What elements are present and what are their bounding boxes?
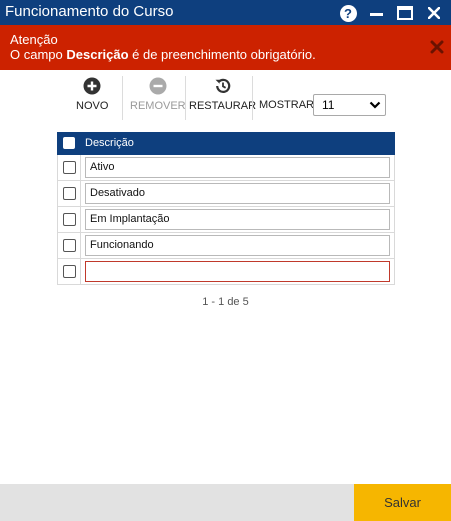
row-checkbox[interactable] (63, 187, 76, 200)
row-checkbox[interactable] (63, 239, 76, 252)
validation-alert: Atenção O campo Descrição é de preenchim… (0, 25, 451, 70)
row-checkbox[interactable] (63, 213, 76, 226)
descricao-input[interactable]: Ativo (85, 157, 390, 178)
column-header-descricao: Descrição (85, 137, 134, 149)
descricao-input-empty[interactable] (85, 261, 390, 282)
minimize-icon[interactable] (366, 3, 386, 23)
history-icon (215, 78, 230, 93)
row-checkbox[interactable] (63, 161, 76, 174)
toolbar-divider (185, 76, 186, 120)
maximize-icon[interactable] (395, 3, 415, 23)
help-icon[interactable]: ? (338, 3, 358, 23)
help-glyph: ? (339, 4, 357, 22)
window-titlebar: Funcionamento do Curso ? (0, 0, 451, 25)
table-header: Descrição (57, 132, 395, 155)
alert-title: Atenção (10, 32, 58, 47)
remover-button[interactable]: REMOVER (130, 77, 186, 112)
cell-divider (80, 207, 81, 232)
pagination-info: 1 - 1 de 5 (202, 296, 249, 308)
cell-divider (80, 233, 81, 258)
cell-divider (80, 181, 81, 206)
toolbar-divider (122, 76, 123, 120)
alert-close-icon[interactable] (430, 37, 448, 57)
restaurar-label: RESTAURAR (189, 100, 257, 112)
cell-divider (80, 155, 81, 180)
cell-divider (80, 259, 81, 284)
table-row: Desativado (57, 181, 395, 207)
novo-button[interactable]: NOVO (76, 77, 108, 112)
table-row: Em Implantação (57, 207, 395, 233)
descricao-input[interactable]: Em Implantação (85, 209, 390, 230)
save-button[interactable]: Salvar (354, 484, 451, 521)
descricao-input[interactable]: Funcionando (85, 235, 390, 256)
alert-message-prefix: O campo (10, 47, 67, 62)
alert-message-field: Descrição (66, 47, 129, 62)
page-size-select[interactable]: 11 (313, 94, 386, 116)
table-row: Funcionando (57, 233, 395, 259)
descricao-input[interactable]: Desativado (85, 183, 390, 204)
novo-label: NOVO (76, 100, 109, 112)
alert-message-suffix: é de preenchimento obrigatório. (128, 47, 316, 62)
row-checkbox[interactable] (63, 265, 76, 278)
alert-message: O campo Descrição é de preenchimento obr… (10, 47, 316, 62)
table-row (57, 259, 395, 285)
select-all-checkbox[interactable] (63, 137, 75, 149)
chevron-down-icon (369, 101, 381, 109)
descricao-table: Descrição Ativo Desativado Em Implantaçã… (57, 132, 395, 285)
close-icon[interactable] (424, 3, 444, 23)
toolbar: NOVO REMOVER RESTAURAR MOSTRAR: 11 (0, 72, 451, 120)
plus-circle-icon (83, 77, 101, 95)
window-title: Funcionamento do Curso (5, 3, 174, 20)
remover-label: REMOVER (130, 100, 186, 112)
mostrar-label: MOSTRAR: (259, 99, 318, 111)
page-size-value: 11 (322, 98, 335, 112)
toolbar-divider (252, 76, 253, 120)
minus-circle-icon (149, 77, 167, 95)
table-row: Ativo (57, 155, 395, 181)
restaurar-button[interactable]: RESTAURAR (189, 77, 256, 112)
